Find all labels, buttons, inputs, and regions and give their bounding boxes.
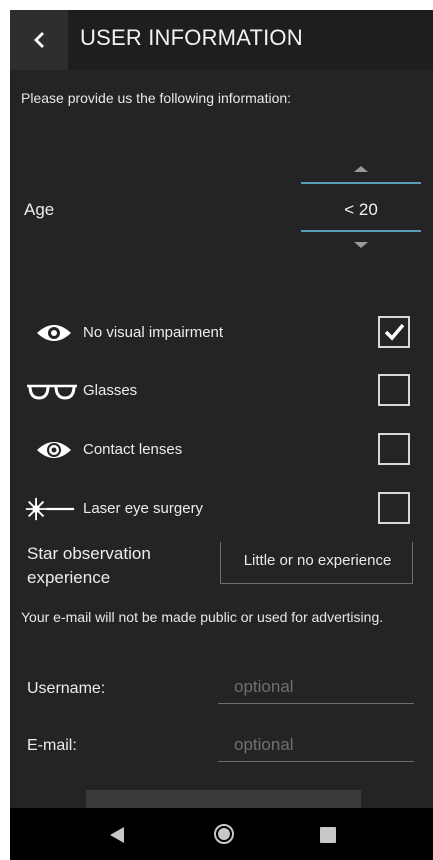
username-input[interactable] bbox=[218, 670, 414, 703]
system-nav-bar bbox=[10, 808, 433, 860]
checkbox-laser-eye-surgery[interactable] bbox=[378, 492, 410, 524]
checkmark-icon bbox=[384, 323, 405, 341]
intro-text: Please provide us the following informat… bbox=[21, 90, 292, 106]
picker-divider bbox=[301, 230, 421, 232]
submit-button[interactable] bbox=[86, 790, 361, 810]
experience-dropdown[interactable]: Little or no experience bbox=[220, 542, 413, 584]
checkbox-glasses[interactable] bbox=[378, 374, 410, 406]
picker-divider bbox=[301, 182, 421, 184]
age-value[interactable]: < 20 bbox=[301, 200, 421, 220]
experience-value: Little or no experience bbox=[243, 552, 392, 569]
option-label: Laser eye surgery bbox=[83, 500, 204, 517]
page-title: USER INFORMATION bbox=[80, 25, 303, 50]
option-glasses[interactable]: Glasses bbox=[10, 370, 433, 412]
email-input[interactable] bbox=[218, 728, 414, 761]
username-field[interactable] bbox=[218, 670, 414, 704]
option-contact-lenses[interactable]: Contact lenses bbox=[10, 429, 433, 471]
option-no-visual-impairment[interactable]: No visual impairment bbox=[10, 312, 433, 354]
age-picker[interactable]: < 20 bbox=[301, 160, 421, 260]
nav-home-icon[interactable] bbox=[214, 824, 234, 844]
option-laser-eye-surgery[interactable]: Laser eye surgery bbox=[10, 488, 433, 530]
screen: USER INFORMATION Please provide us the f… bbox=[10, 10, 433, 860]
laser-icon bbox=[24, 488, 76, 530]
username-label: Username: bbox=[27, 680, 106, 697]
checkbox-contact-lenses[interactable] bbox=[378, 433, 410, 465]
chevron-left-icon bbox=[34, 32, 44, 48]
privacy-notice: Your e-mail will not be made public or u… bbox=[21, 609, 384, 625]
email-field[interactable] bbox=[218, 728, 414, 762]
experience-label: Star observation experience bbox=[27, 544, 151, 587]
age-decrement-arrow-icon[interactable] bbox=[354, 242, 368, 248]
option-label: No visual impairment bbox=[83, 324, 224, 341]
contact-lens-icon bbox=[28, 429, 80, 471]
back-button[interactable] bbox=[10, 10, 68, 70]
app-bar: USER INFORMATION bbox=[10, 10, 433, 70]
email-label: E-mail: bbox=[27, 737, 77, 754]
eye-icon bbox=[28, 312, 80, 354]
nav-back-icon[interactable] bbox=[110, 827, 124, 843]
glasses-icon bbox=[26, 370, 78, 412]
option-label: Contact lenses bbox=[83, 441, 183, 458]
nav-recents-icon[interactable] bbox=[320, 827, 336, 843]
age-label: Age bbox=[24, 200, 55, 219]
checkbox-no-visual-impairment[interactable] bbox=[378, 316, 410, 348]
age-increment-arrow-icon[interactable] bbox=[354, 166, 368, 172]
option-label: Glasses bbox=[83, 382, 138, 399]
